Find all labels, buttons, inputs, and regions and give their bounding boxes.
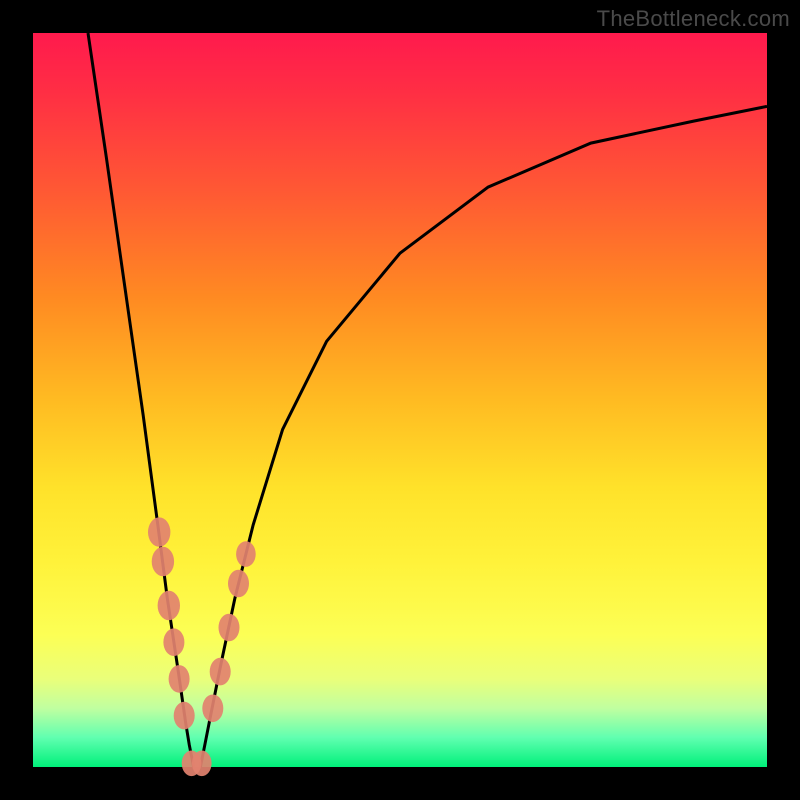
bead-marker <box>228 570 249 598</box>
bead-marker <box>219 614 240 642</box>
curve-right-branch <box>200 106 767 767</box>
bead-marker <box>169 665 190 693</box>
curve-group <box>88 33 767 767</box>
bead-marker <box>174 702 195 730</box>
bead-marker <box>163 628 184 656</box>
bead-marker <box>152 547 174 576</box>
bead-marker <box>202 695 223 723</box>
curve-beads <box>148 517 256 776</box>
bead-marker <box>158 591 180 620</box>
bead-marker <box>210 658 231 686</box>
curve-left-branch <box>88 33 194 767</box>
bead-marker <box>236 541 256 567</box>
watermark-text: TheBottleneck.com <box>597 6 790 32</box>
chart-frame: TheBottleneck.com <box>0 0 800 800</box>
chart-canvas <box>33 33 767 767</box>
bead-marker <box>192 751 212 777</box>
bead-marker <box>148 517 170 546</box>
